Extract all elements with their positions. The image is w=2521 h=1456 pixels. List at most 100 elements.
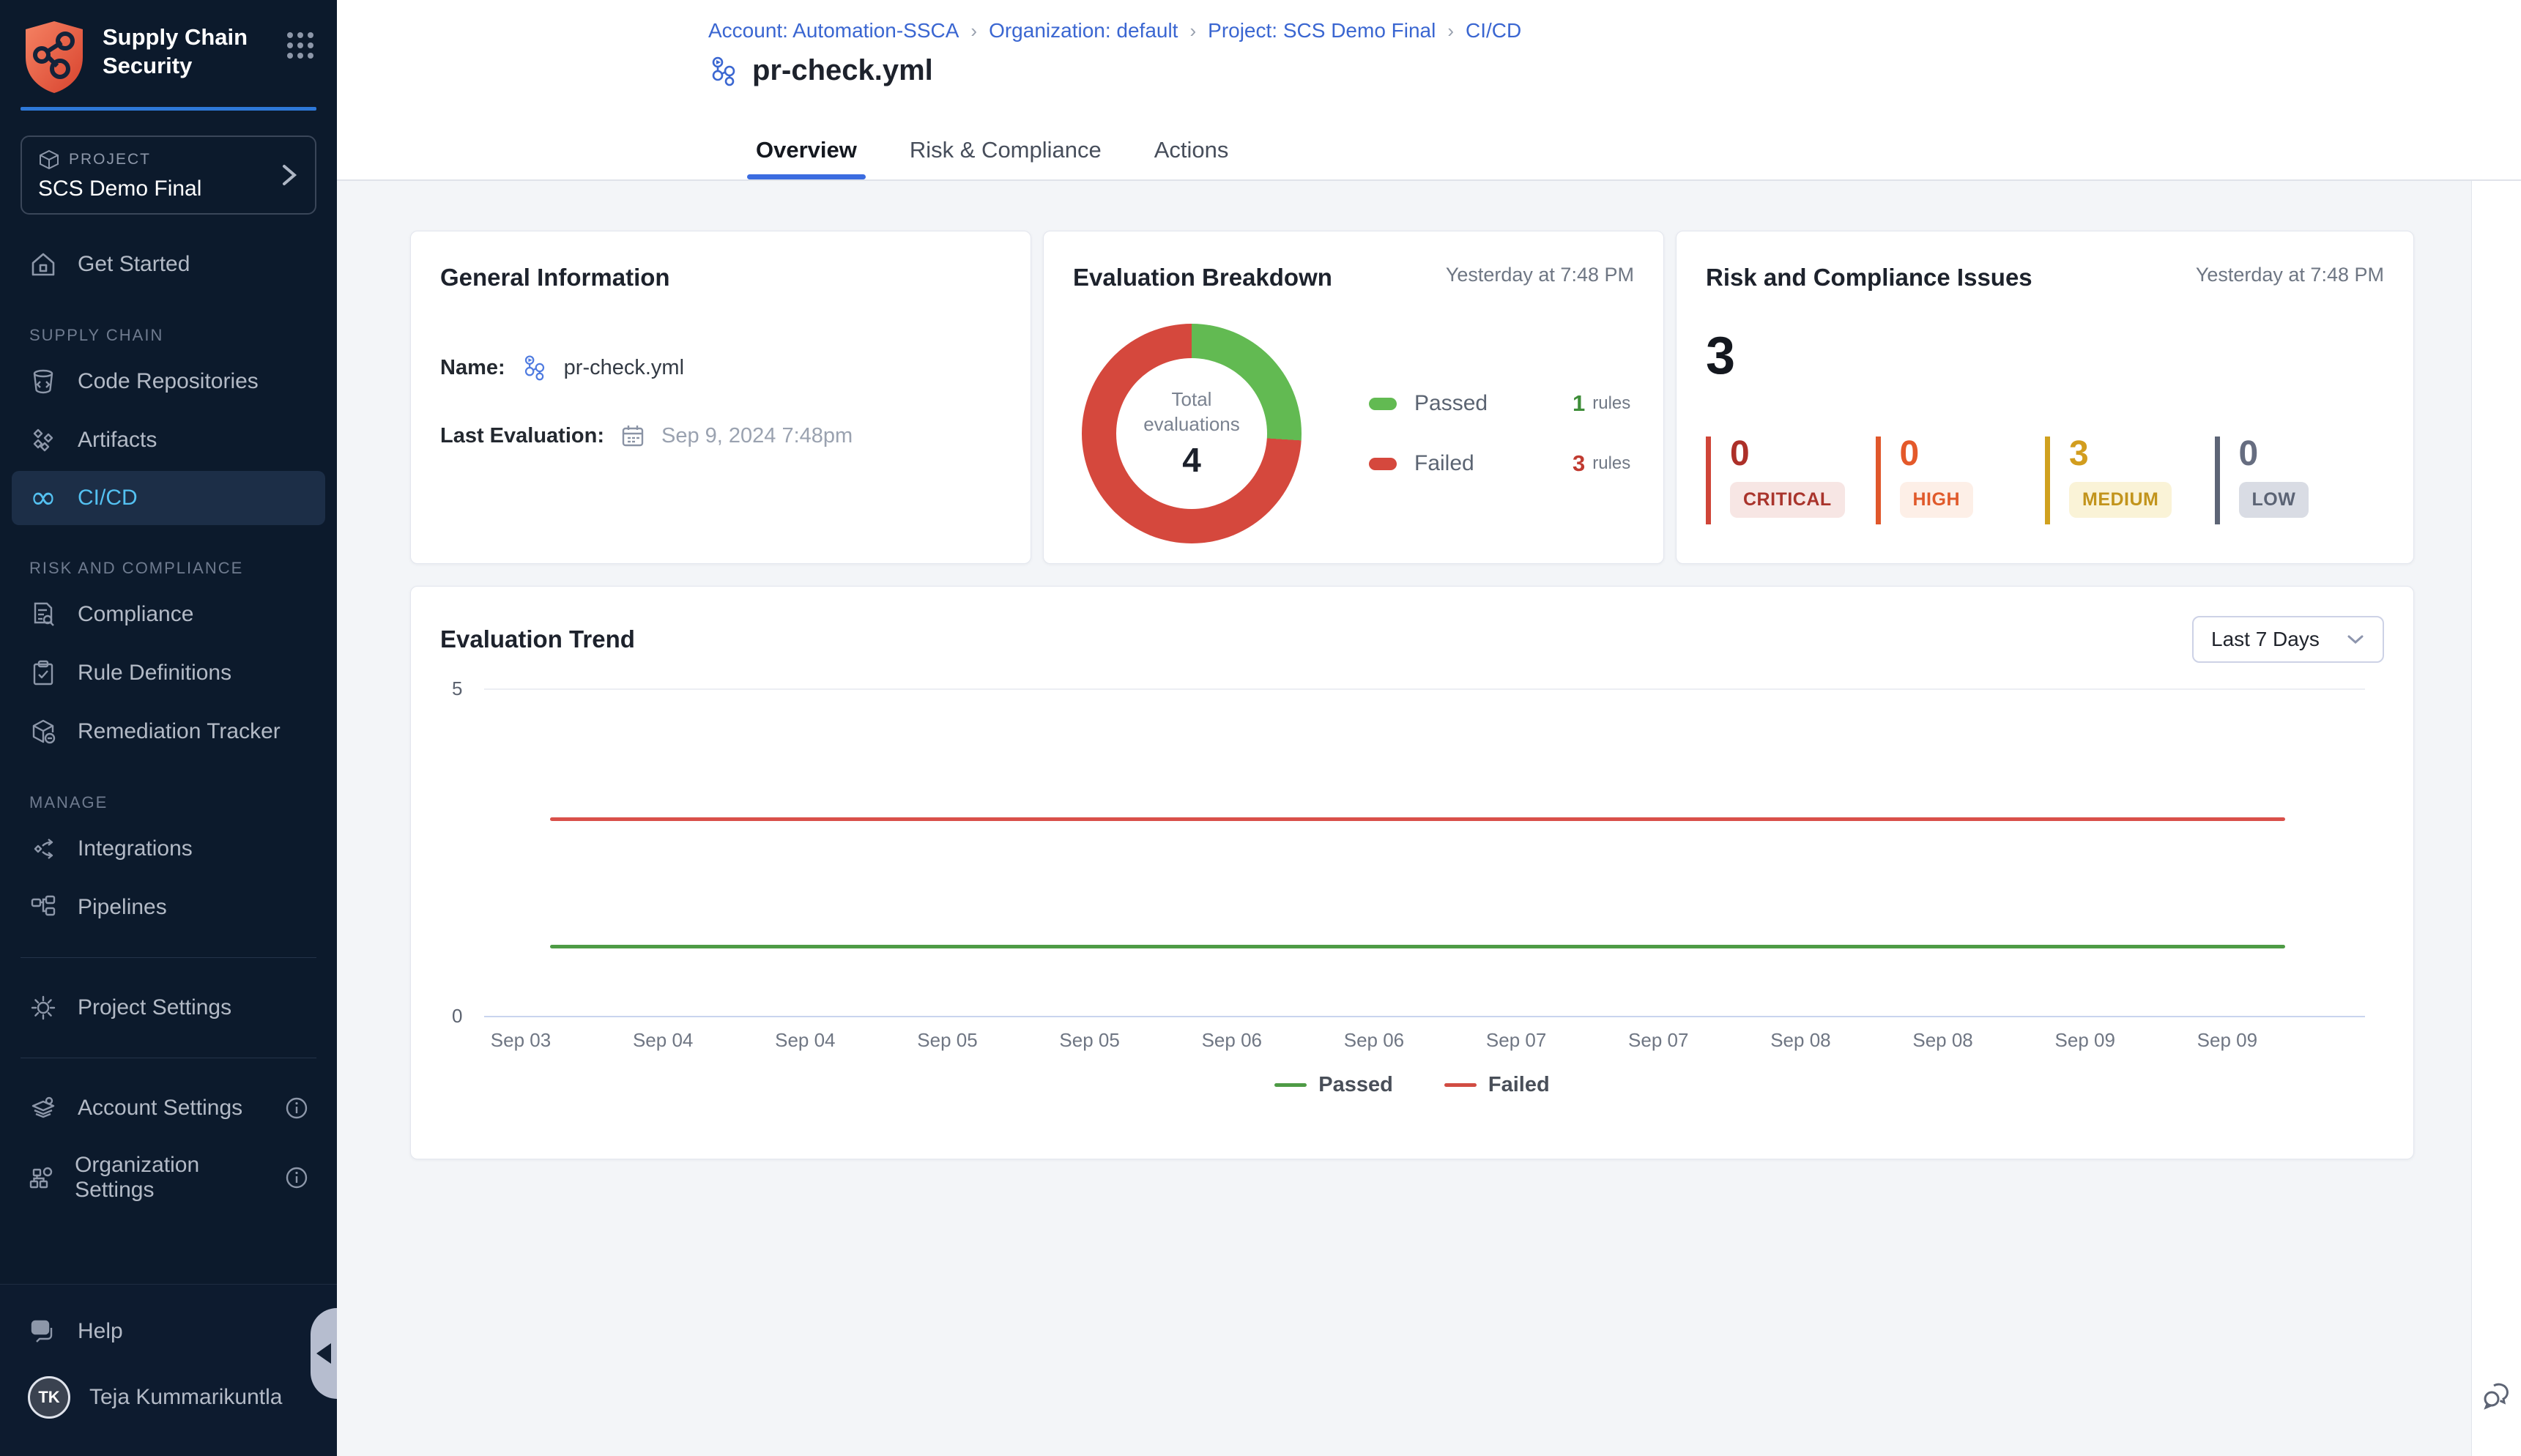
sidebar-item-integrations[interactable]: Integrations: [12, 821, 325, 877]
cicd-infinity-icon: ∞: [28, 485, 59, 511]
main-area: Account: Automation-SSCA › Organization:…: [337, 0, 2521, 1456]
time-range-value: Last 7 Days: [2211, 628, 2320, 651]
x-axis-tick: Sep 06: [1337, 1029, 1411, 1052]
donut-total-value: 4: [1182, 440, 1201, 480]
time-range-select[interactable]: Last 7 Days: [2192, 616, 2384, 663]
card-title: Risk and Compliance Issues: [1706, 264, 2032, 291]
y-axis-tick-max: 5: [452, 677, 462, 700]
x-axis-tick: Sep 07: [1622, 1029, 1695, 1052]
tab-risk-compliance[interactable]: Risk & Compliance: [910, 137, 1102, 179]
last-evaluation-label: Last Evaluation:: [440, 424, 604, 448]
card-title: Evaluation Trend: [440, 625, 635, 653]
sidebar-item-cicd[interactable]: ∞ CI/CD: [12, 471, 325, 525]
severity-row: 0 CRITICAL 0 HIGH 3 MEDIUM: [1706, 437, 2384, 524]
pipelines-icon: [28, 894, 59, 921]
home-icon: [28, 250, 59, 278]
collapse-arrow-icon: [316, 1343, 331, 1364]
sidebar-item-rule-definitions[interactable]: Rule Definitions: [12, 645, 325, 701]
breadcrumb-organization[interactable]: Organization: default: [989, 19, 1178, 42]
sidebar-item-pipelines[interactable]: Pipelines: [12, 880, 325, 935]
severity-badge: MEDIUM: [2069, 482, 2172, 518]
card-timestamp: Yesterday at 7:48 PM: [2196, 264, 2384, 286]
severity-badge: LOW: [2239, 482, 2309, 518]
tab-overview[interactable]: Overview: [756, 137, 857, 179]
info-icon[interactable]: [284, 1165, 309, 1190]
sidebar-item-remediation-tracker[interactable]: Remediation Tracker: [12, 704, 325, 759]
integrations-icon: [28, 835, 59, 863]
evaluation-trend-chart: 5 0 Sep 03 Sep 04 Sep 04 Sep 05 Sep 05: [440, 669, 2384, 1115]
sidebar-item-get-started[interactable]: Get Started: [12, 237, 325, 292]
y-axis-tick-min: 0: [452, 1005, 462, 1028]
sidebar-collapse-handle[interactable]: [311, 1308, 337, 1399]
sidebar-item-label: Get Started: [78, 252, 190, 277]
section-label-risk-compliance: RISK AND COMPLIANCE: [29, 559, 325, 578]
layers-gear-icon: [28, 1094, 59, 1122]
sidebar-nav: Get Started SUPPLY CHAIN Code Repositori…: [0, 234, 337, 1219]
legend-row-failed: Failed 3 rules: [1369, 450, 1630, 477]
legend-label: Failed: [1488, 1073, 1550, 1097]
tab-actions[interactable]: Actions: [1154, 137, 1229, 179]
risk-compliance-issues-card: Risk and Compliance Issues Yesterday at …: [1676, 231, 2414, 564]
legend-label: Passed: [1318, 1073, 1393, 1097]
breadcrumb-separator: ›: [1447, 20, 1454, 42]
sidebar-item-project-settings[interactable]: Project Settings: [12, 980, 325, 1036]
breadcrumb-separator: ›: [1189, 20, 1196, 42]
breadcrumb-separator: ›: [970, 20, 977, 42]
project-name: SCS Demo Final: [38, 177, 201, 201]
breadcrumb-account[interactable]: Account: Automation-SSCA: [708, 19, 959, 42]
breadcrumb-cicd[interactable]: CI/CD: [1466, 19, 1521, 42]
app-title: Supply Chain Security: [103, 23, 259, 81]
breadcrumb-project[interactable]: Project: SCS Demo Final: [1208, 19, 1436, 42]
section-label-supply-chain: SUPPLY CHAIN: [29, 326, 325, 345]
x-axis-tick: Sep 03: [484, 1029, 557, 1052]
sidebar-item-label: Organization Settings: [75, 1153, 265, 1203]
sidebar-item-compliance[interactable]: Compliance: [12, 587, 325, 642]
legend-unit: rules: [1592, 393, 1630, 414]
legend-count: 1: [1573, 390, 1585, 417]
sidebar-item-organization-settings[interactable]: Organization Settings: [12, 1139, 325, 1217]
general-information-card: General Information Name:: [410, 231, 1031, 564]
summary-cards-row: General Information Name:: [410, 231, 2471, 564]
sidebar-item-label: Compliance: [78, 602, 193, 627]
severity-badge: CRITICAL: [1730, 482, 1845, 518]
card-title: General Information: [440, 264, 670, 291]
user-menu[interactable]: TK Teja Kummarikuntla: [12, 1362, 325, 1433]
last-evaluation-row: Last Evaluation: Sep 9, 2024 7:48pm: [440, 423, 1001, 448]
sidebar-footer: ? Help TK Teja Kummarikuntla: [0, 1284, 337, 1456]
app-grid-icon[interactable]: [284, 29, 316, 62]
passed-swatch-icon: [1369, 398, 1397, 410]
help-chat-icon: ?: [28, 1318, 59, 1345]
x-axis-tick: Sep 09: [2191, 1029, 2264, 1052]
sidebar-item-account-settings[interactable]: Account Settings: [12, 1080, 325, 1136]
severity-count: 0: [2239, 437, 2385, 472]
breakdown-legend: Passed 1 rules Failed 3 rules: [1369, 390, 1630, 477]
page-title: pr-check.yml: [752, 54, 933, 87]
evaluation-trend-card: Evaluation Trend Last 7 Days 5: [410, 586, 2414, 1159]
severity-count: 0: [1900, 437, 2046, 472]
sidebar-item-label: Remediation Tracker: [78, 719, 281, 744]
supply-chain-security-logo-icon: [21, 19, 88, 95]
x-axis-tick: Sep 08: [1764, 1029, 1837, 1052]
gear-icon: [28, 994, 59, 1022]
remediation-tracker-icon: [28, 718, 59, 746]
rule-definitions-icon: [28, 659, 59, 687]
project-selector[interactable]: PROJECT SCS Demo Final: [21, 135, 316, 215]
name-label: Name:: [440, 356, 505, 380]
project-label-row: PROJECT: [38, 149, 201, 171]
name-row: Name: pr-check.yml: [440, 354, 1001, 381]
x-axis-tick: Sep 07: [1479, 1029, 1553, 1052]
legend-unit: rules: [1592, 453, 1630, 474]
sidebar-item-label: Pipelines: [78, 895, 167, 920]
donut-center: Total evaluations 4: [1116, 358, 1267, 509]
sidebar-item-label: Account Settings: [78, 1096, 242, 1121]
sidebar-item-code-repositories[interactable]: Code Repositories: [12, 354, 325, 409]
sidebar-item-label: Artifacts: [78, 428, 157, 453]
pipeline-icon: [708, 56, 739, 86]
card-timestamp: Yesterday at 7:48 PM: [1446, 264, 1634, 286]
chat-support-icon[interactable]: [2481, 1380, 2513, 1412]
info-icon[interactable]: [284, 1096, 309, 1121]
name-value: pr-check.yml: [564, 356, 684, 380]
chevron-right-icon: [280, 160, 299, 190]
sidebar-item-artifacts[interactable]: Artifacts: [12, 412, 325, 468]
sidebar-item-help[interactable]: ? Help: [12, 1304, 325, 1359]
